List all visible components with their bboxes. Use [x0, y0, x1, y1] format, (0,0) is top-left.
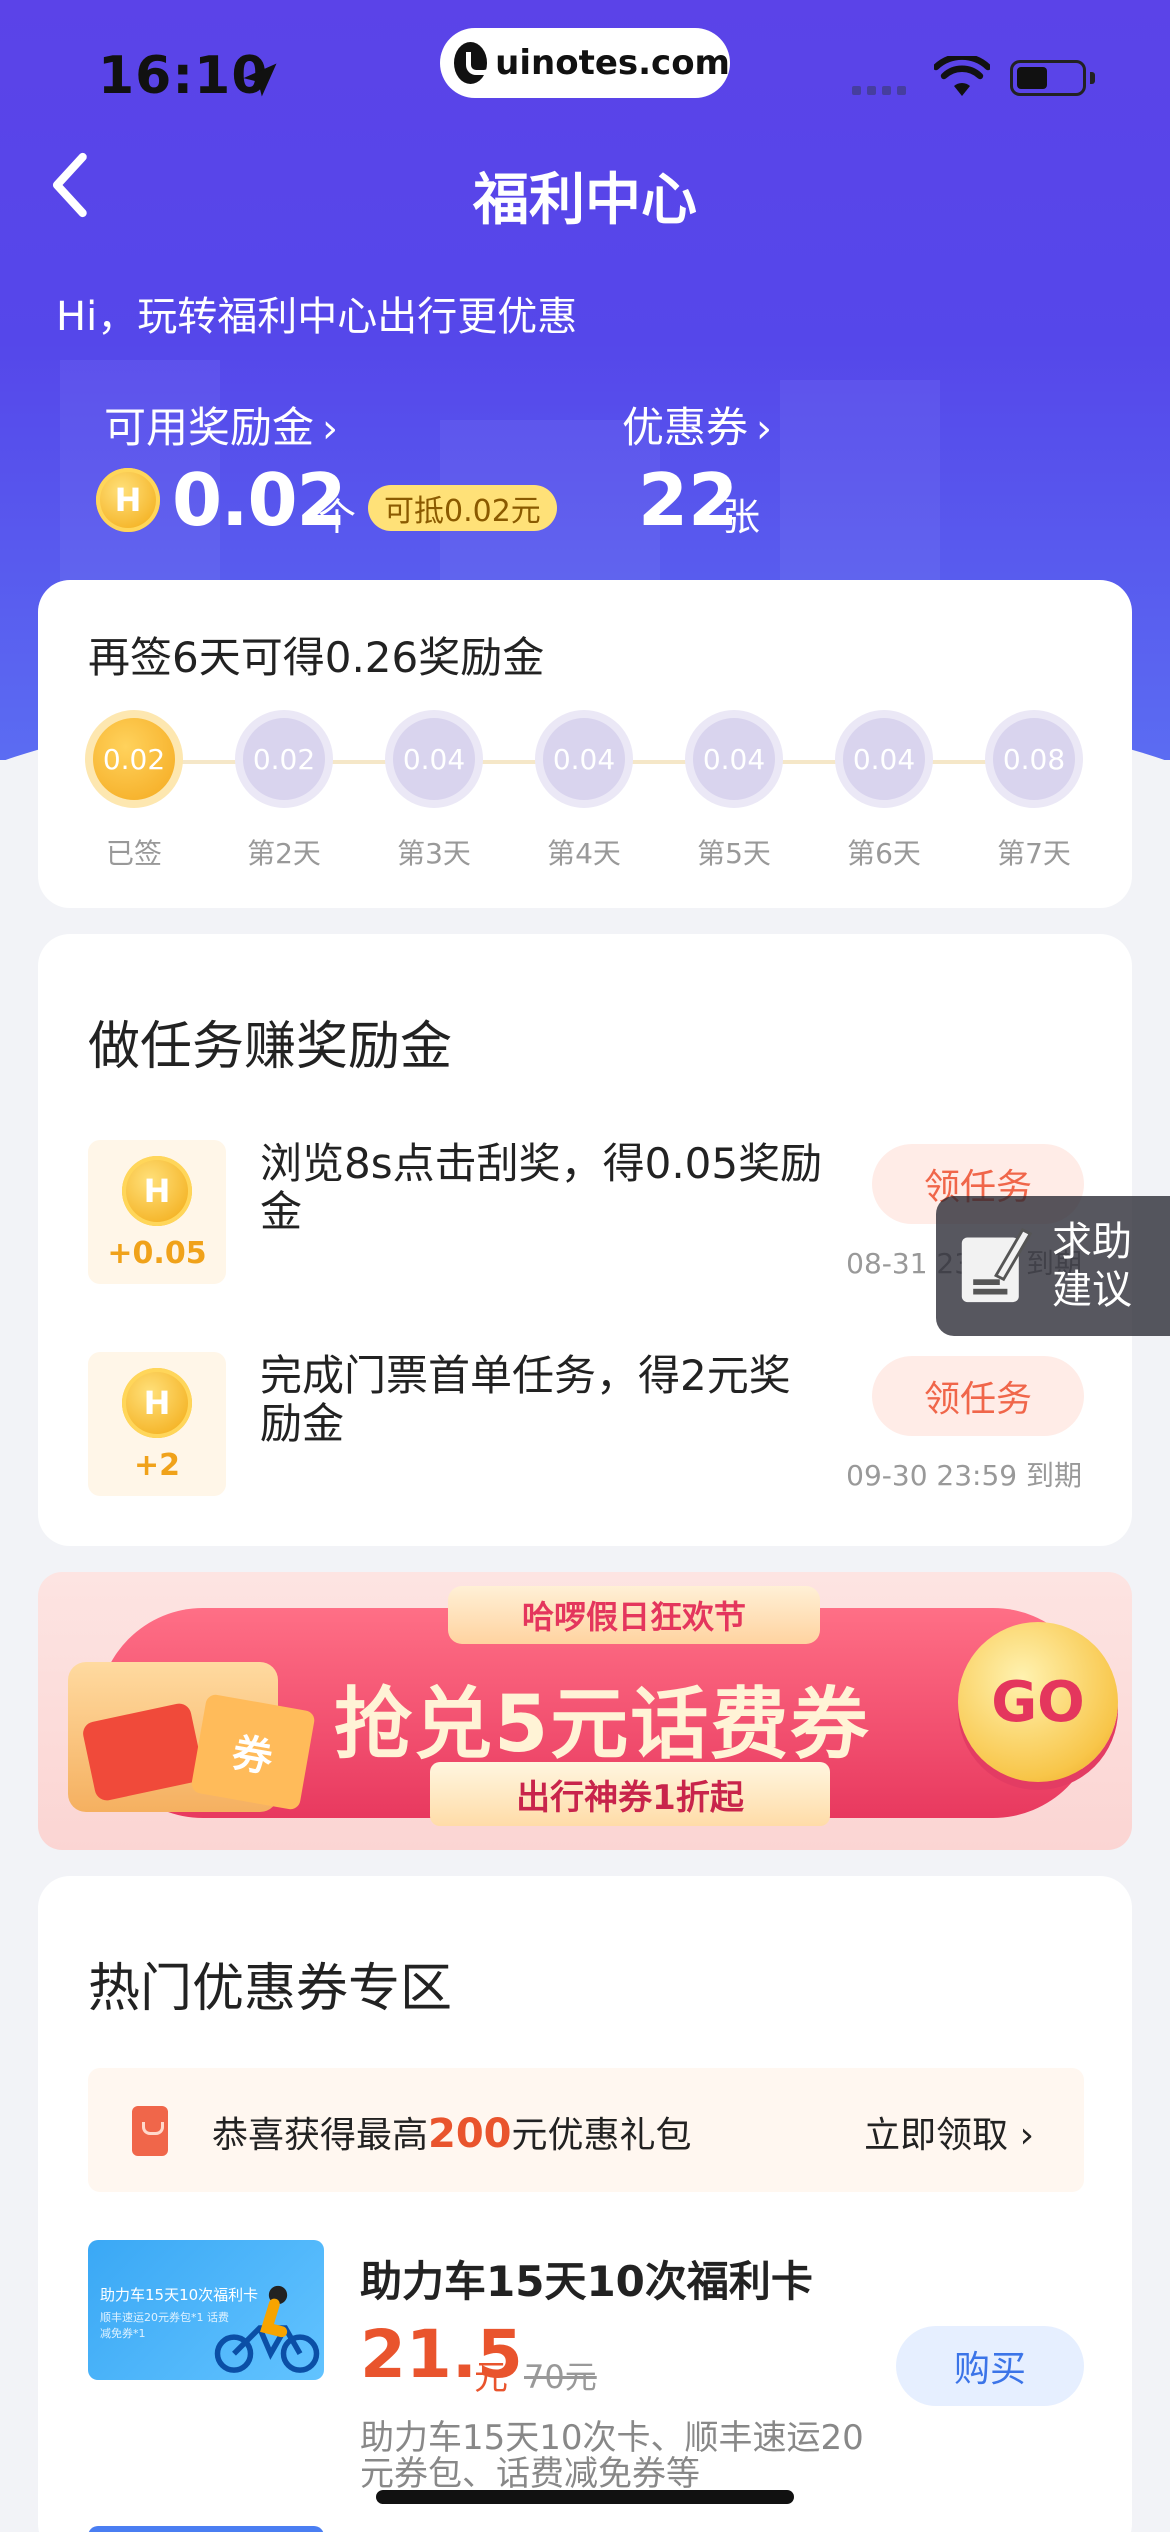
- status-bar: 16:10 uinotes.com: [0, 0, 1170, 140]
- url-pill-text: uinotes.com: [495, 43, 730, 83]
- banner-subline: 出行神券1折起: [430, 1762, 830, 1826]
- signin-day-coin: 0.08: [985, 710, 1083, 808]
- coin-icon: H: [122, 1368, 192, 1438]
- buy-button[interactable]: 购买: [896, 2326, 1084, 2406]
- task-description: 浏览8s点击刮奖，得0.05奖励金: [260, 1139, 823, 1236]
- signin-day-label: 第6天: [847, 837, 921, 870]
- help-text: 求助 建议: [1052, 1218, 1132, 1314]
- banner-go-button[interactable]: GO: [958, 1622, 1118, 1782]
- feedback-pen-icon: [961, 1228, 1033, 1303]
- banner-tag: 哈啰假日狂欢节: [448, 1586, 820, 1644]
- task-reward-amount: +0.05: [107, 1236, 207, 1271]
- reward-coin-icon: H: [96, 468, 160, 532]
- signin-day[interactable]: 0.02 第2天: [234, 710, 334, 872]
- coin-icon: H: [122, 1156, 192, 1226]
- signin-day[interactable]: 0.02 已签: [84, 710, 184, 872]
- promo-banner[interactable]: 券 哈啰假日狂欢节 抢兑5元话费券 出行神券1折起 GO: [38, 1572, 1132, 1850]
- signin-day-coin: 0.04: [535, 710, 633, 808]
- coupons-section-title: 热门优惠券专区: [88, 1959, 453, 2019]
- gift-pack-suffix: 元优惠礼包: [511, 2115, 692, 2156]
- task-deadline: 09-30 23:59 到期: [846, 1459, 1082, 1492]
- signin-card: 再签6天可得0.26奖励金 0.02 已签 0.02 第2天 0.04 第3天 …: [38, 580, 1132, 908]
- signin-day[interactable]: 0.08 第7天: [984, 710, 1084, 872]
- red-envelope-icon: [132, 2106, 168, 2156]
- greeting-text: Hi，玩转福利中心出行更优惠: [56, 294, 578, 340]
- task-reward-icon: H +0.05: [88, 1140, 226, 1284]
- coupon-label: 优惠券: [622, 403, 749, 452]
- battery-icon: [1010, 60, 1086, 96]
- task-reward-icon: H +2: [88, 1352, 226, 1496]
- signin-day[interactable]: 0.04 第3天: [384, 710, 484, 872]
- next-product-image[interactable]: [88, 2526, 324, 2532]
- signin-day-label: 第2天: [247, 837, 321, 870]
- signin-day-coin: 0.04: [835, 710, 933, 808]
- product-description: 助力车15天10次卡、顺丰速运20元券包、话费减免券等: [360, 2418, 864, 2494]
- help-feedback-button[interactable]: 求助 建议: [936, 1196, 1170, 1336]
- signin-day[interactable]: 0.04 第5天: [684, 710, 784, 872]
- gift-pack-amount: 200: [428, 2111, 512, 2157]
- deduct-badge: 可抵0.02元: [368, 485, 557, 531]
- location-arrow-icon: [243, 63, 277, 97]
- gift-pack-text: 恭喜获得最高200元优惠礼包: [212, 2106, 692, 2158]
- chevron-right-icon: ›: [756, 406, 773, 452]
- product-image-sub: 顺丰速运20元券包*1 话费减免券*1: [100, 2311, 229, 2340]
- signin-day-coin: 0.04: [685, 710, 783, 808]
- reward-label: 可用奖励金: [104, 403, 315, 452]
- product-image[interactable]: 助力车15天10次福利卡 顺丰速运20元券包*1 话费减免券*1: [88, 2240, 324, 2380]
- product-price-unit: 元: [474, 2358, 508, 2398]
- banner-ticket: 券: [190, 1693, 316, 1811]
- signin-day-coin: 0.02: [235, 710, 333, 808]
- help-text-line: 求助: [1052, 1219, 1132, 1265]
- battery-tip: [1090, 72, 1095, 84]
- gift-pack-bar[interactable]: 恭喜获得最高200元优惠礼包 立即领取 ›: [88, 2068, 1084, 2192]
- signin-day-label: 第3天: [397, 837, 471, 870]
- chevron-right-icon: ›: [322, 406, 339, 452]
- signin-day-label: 第5天: [697, 837, 771, 870]
- gift-pack-prefix: 恭喜获得最高: [212, 2115, 429, 2156]
- bike-rider-icon: [214, 2285, 320, 2373]
- cellular-signal-icon: [852, 86, 906, 95]
- signin-day-label: 已签: [105, 837, 162, 870]
- claim-now-link[interactable]: 立即领取 ›: [864, 2106, 1034, 2158]
- home-indicator: [376, 2490, 794, 2504]
- banner-headline: 抢兑5元话费券: [334, 1680, 871, 1770]
- signin-title: 再签6天可得0.26奖励金: [88, 633, 545, 682]
- product-original-price: 70元: [524, 2358, 597, 2396]
- reward-balance-link[interactable]: 可用奖励金 ›: [104, 394, 338, 455]
- task-description: 完成门票首单任务，得2元奖励金: [260, 1351, 791, 1448]
- wifi-icon: [934, 56, 990, 96]
- gift-box-icon: 券: [68, 1662, 316, 1812]
- signin-day[interactable]: 0.04 第6天: [834, 710, 934, 872]
- coupon-count-link[interactable]: 优惠券 ›: [622, 394, 772, 455]
- uinotes-logo-icon: [454, 42, 495, 84]
- hot-coupons-card: 热门优惠券专区 恭喜获得最高200元优惠礼包 立即领取 › 助力车15天10次福…: [38, 1876, 1132, 2532]
- reward-unit: 个: [318, 495, 357, 539]
- signin-day-label: 第4天: [547, 837, 621, 870]
- task-section-title: 做任务赚奖励金: [88, 1017, 453, 1077]
- url-pill[interactable]: uinotes.com: [440, 28, 730, 98]
- red-packet-icon: [80, 1701, 206, 1803]
- signin-day-coin: 0.04: [385, 710, 483, 808]
- signin-day[interactable]: 0.04 第4天: [534, 710, 634, 872]
- help-text-line: 建议: [1052, 1267, 1132, 1313]
- page-title: 福利中心: [473, 168, 697, 233]
- coupon-unit: 张: [722, 495, 761, 539]
- claim-task-button[interactable]: 领任务: [872, 1356, 1084, 1436]
- task-reward-amount: +2: [133, 1448, 180, 1483]
- signin-day-coin: 0.02: [85, 710, 183, 808]
- signin-day-label: 第7天: [997, 837, 1071, 870]
- product-name: 助力车15天10次福利卡: [360, 2257, 813, 2306]
